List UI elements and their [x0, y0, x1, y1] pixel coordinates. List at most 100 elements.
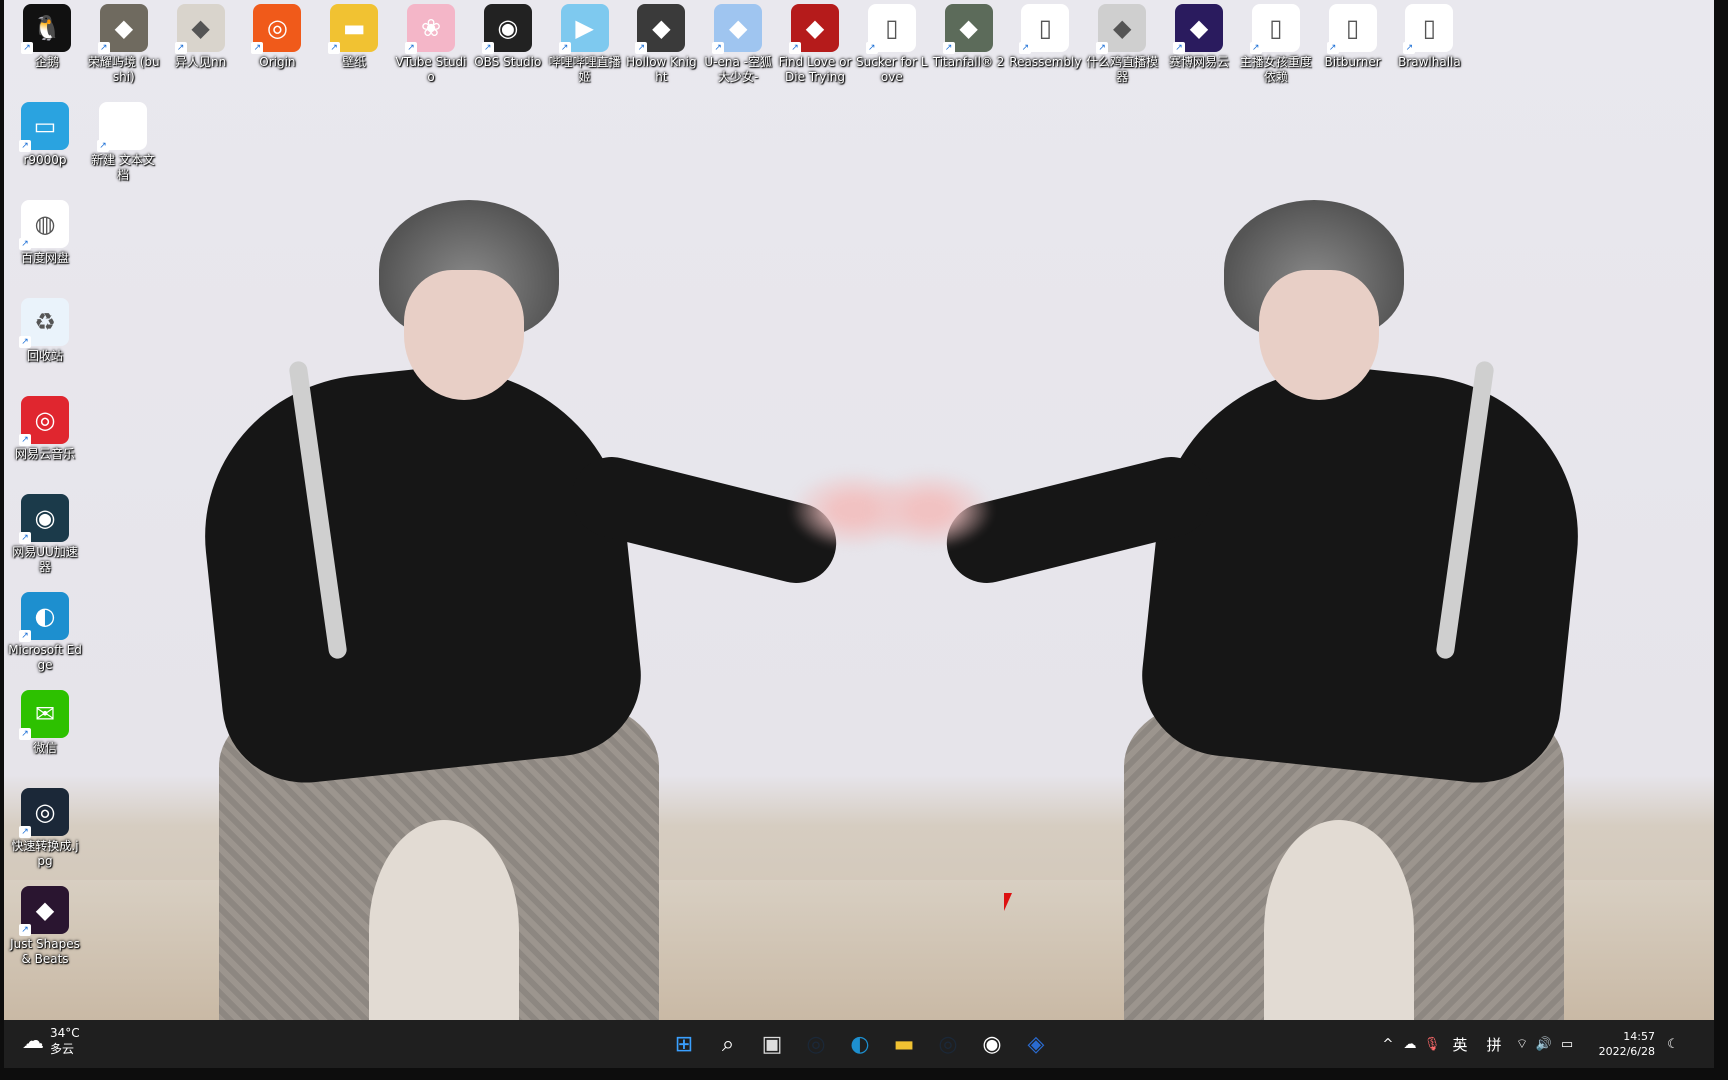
desktop-icon-label: Bitburner: [1324, 55, 1381, 69]
desktop-icon[interactable]: ▶ ↗ 哔哩哔哩直播姬: [548, 4, 622, 85]
desktop-icon[interactable]: ▭ ↗ r9000p: [8, 102, 82, 168]
desktop-icon-label: 新建 文本文档: [91, 153, 155, 182]
shortcut-arrow-icon: ↗: [405, 42, 417, 54]
taskbar-explorer[interactable]: ▬: [888, 1028, 920, 1060]
origin-icon: ◎ ↗: [251, 4, 302, 54]
desktop-icon[interactable]: ▯ ↗ 新建 文本文档: [86, 102, 160, 183]
shortcut-arrow-icon: ↗: [1019, 42, 1032, 54]
desktop-icon[interactable]: ♻ ↗ 回收站: [8, 298, 82, 364]
shortcut-arrow-icon: ↗: [1096, 42, 1109, 54]
desktop-icon-label: 微信: [32, 741, 57, 755]
shortcut-arrow-icon: ↗: [328, 42, 341, 54]
shortcut-arrow-icon: ↗: [19, 630, 31, 642]
windows-icon: ⊞: [674, 1031, 694, 1057]
desktop-icon[interactable]: ◎ ↗ 快速转换成.jpg: [8, 788, 82, 869]
desktop-icon[interactable]: ◎ ↗ Origin: [240, 4, 314, 70]
clock-time: 14:57: [1623, 1030, 1655, 1043]
taskbar-obs[interactable]: ◉: [976, 1028, 1008, 1060]
text-file-icon: ▯ ↗: [97, 102, 147, 152]
uu-accelerator-icon: ◉ ↗: [19, 494, 69, 544]
onedrive-icon[interactable]: ☁: [1399, 1037, 1421, 1052]
microphone-icon[interactable]: 🎙: [1421, 1037, 1443, 1052]
notification-icon[interactable]: ☾: [1661, 1037, 1685, 1052]
desktop-icon[interactable]: ▯ ↗ Sucker for Love: [855, 4, 929, 85]
recycle-bin-icon: ♻ ↗: [19, 298, 69, 348]
desktop-icon-label: Reassembly: [1009, 55, 1082, 69]
desktop-icon[interactable]: ▬ ↗ 壁纸: [317, 4, 391, 70]
taskbar-app[interactable]: ◈: [1020, 1028, 1052, 1060]
folder-icon: ▬: [893, 1031, 915, 1057]
desktop-icon[interactable]: ◆ ↗ U-ena -空狐大少女-: [701, 4, 775, 85]
desktop-icon[interactable]: ◆ ↗ Titanfall® 2: [932, 4, 1006, 70]
game-icon: ◆ ↗: [789, 4, 839, 54]
battery-icon[interactable]: ▭: [1555, 1037, 1579, 1052]
clock[interactable]: 14:57 2022/6/28: [1585, 1029, 1655, 1059]
steam-icon: ◎: [806, 1031, 826, 1057]
volume-icon[interactable]: 🔊: [1533, 1037, 1555, 1052]
taskbar-steam-1[interactable]: ◎: [800, 1028, 832, 1060]
desktop-icon-label: Origin: [259, 55, 296, 69]
taskbar-edge[interactable]: ◐: [844, 1028, 876, 1060]
task-view-icon: ▣: [761, 1031, 783, 1057]
desktop-icon-label: 主播女孩重度依赖: [1239, 55, 1312, 84]
desktop-icon[interactable]: ◉ ↗ OBS Studio: [471, 4, 545, 70]
task-view-button[interactable]: ▣: [756, 1028, 788, 1060]
desktop-icon[interactable]: ▯ ↗ 主播女孩重度依赖: [1239, 4, 1313, 85]
desktop-icon[interactable]: ▯ ↗ Bitburner: [1316, 4, 1390, 70]
desktop-icon[interactable]: ◐ ↗ Microsoft Edge: [8, 592, 82, 673]
shortcut-arrow-icon: ↗: [251, 42, 264, 54]
desktop-icon[interactable]: ❀ ↗ VTube Studio: [394, 4, 468, 85]
desktop-icon-label: 异人见nn: [174, 55, 227, 69]
search-button[interactable]: ⌕: [712, 1028, 744, 1060]
desktop-icon-label: VTube Studio: [395, 55, 467, 84]
ime-language[interactable]: 英: [1443, 1034, 1477, 1055]
desktop-icon[interactable]: ✉ ↗ 微信: [8, 690, 82, 756]
wifi-icon[interactable]: ⌔: [1511, 1036, 1533, 1052]
desktop-icon[interactable]: ◆ ↗ 赛博网易云: [1162, 4, 1236, 70]
start-button[interactable]: ⊞: [668, 1028, 700, 1060]
shortcut-arrow-icon: ↗: [942, 42, 955, 54]
desktop-icon-label: 荣耀屿境 (bushi): [87, 55, 160, 84]
file-icon: ▯ ↗: [1019, 4, 1070, 54]
desktop-icon[interactable]: ◆ ↗ Hollow Knight: [624, 4, 698, 85]
desktop-icon-label: Hollow Knight: [626, 55, 697, 84]
game-icon: ◆ ↗: [712, 4, 763, 54]
desktop-icon[interactable]: 🐧 ↗ 企鹅: [10, 4, 84, 70]
shortcut-arrow-icon: ↗: [174, 42, 187, 54]
netease-music-icon: ◎ ↗: [19, 396, 69, 446]
desktop-icon[interactable]: ◎ ↗ 网易云音乐: [8, 396, 82, 462]
steam-icon: ◎ ↗: [19, 788, 69, 838]
desktop-icon-label: U-ena -空狐大少女-: [704, 55, 772, 84]
weather-desc: 多云: [50, 1042, 75, 1056]
desktop-icon-label: 百度网盘: [20, 251, 69, 265]
game-icon: ◆ ↗: [1096, 4, 1147, 54]
shortcut-arrow-icon: ↗: [1173, 42, 1185, 54]
mouse-cursor-icon: [1004, 893, 1012, 911]
desktop-icon-label: 什么鸡直播模器: [1086, 55, 1159, 84]
shortcut-arrow-icon: ↗: [19, 532, 31, 544]
computer-icon: ▭ ↗: [19, 102, 69, 152]
desktop-icon[interactable]: ◆ ↗ 什么鸡直播模器: [1085, 4, 1159, 85]
file-icon: ▯ ↗: [865, 4, 916, 54]
taskbar-steam-2[interactable]: ◎: [932, 1028, 964, 1060]
desktop-icon[interactable]: ◆ ↗ 荣耀屿境 (bushi): [87, 4, 161, 85]
shortcut-arrow-icon: ↗: [97, 140, 109, 152]
desktop-icon[interactable]: ▯ ↗ Reassembly: [1008, 4, 1082, 70]
weather-widget[interactable]: ☁ 34°C 多云: [22, 1026, 80, 1057]
desktop-icon[interactable]: ◆ ↗ 异人见nn: [164, 4, 238, 70]
shortcut-arrow-icon: ↗: [1403, 42, 1416, 54]
desktop-icon[interactable]: ◆ ↗ Just Shapes & Beats: [8, 886, 82, 967]
shortcut-arrow-icon: ↗: [712, 42, 725, 54]
desktop-icon[interactable]: ◉ ↗ 网易UU加速器: [8, 494, 82, 575]
desktop-icon-label: 企鹅: [34, 55, 59, 69]
system-tray: ^ ☁ 🎙 英 拼 ⌔ 🔊 ▭ 14:57 2022/6/28 ☾: [1377, 1020, 1685, 1068]
file-icon: ▯ ↗: [1403, 4, 1454, 54]
chevron-up-icon[interactable]: ^: [1377, 1037, 1399, 1052]
desktop-icon-label: 壁纸: [342, 55, 367, 69]
desktop-icon[interactable]: ◆ ↗ Find Love or Die Trying: [778, 4, 852, 85]
desktop-icon-label: Titanfall® 2: [932, 55, 1005, 69]
desktop-icon[interactable]: ▯ ↗ Brawlhalla: [1392, 4, 1466, 70]
ime-mode[interactable]: 拼: [1477, 1034, 1511, 1055]
desktop-icon-label: 网易云音乐: [14, 447, 75, 461]
desktop-icon[interactable]: ◍ ↗ 百度网盘: [8, 200, 82, 266]
